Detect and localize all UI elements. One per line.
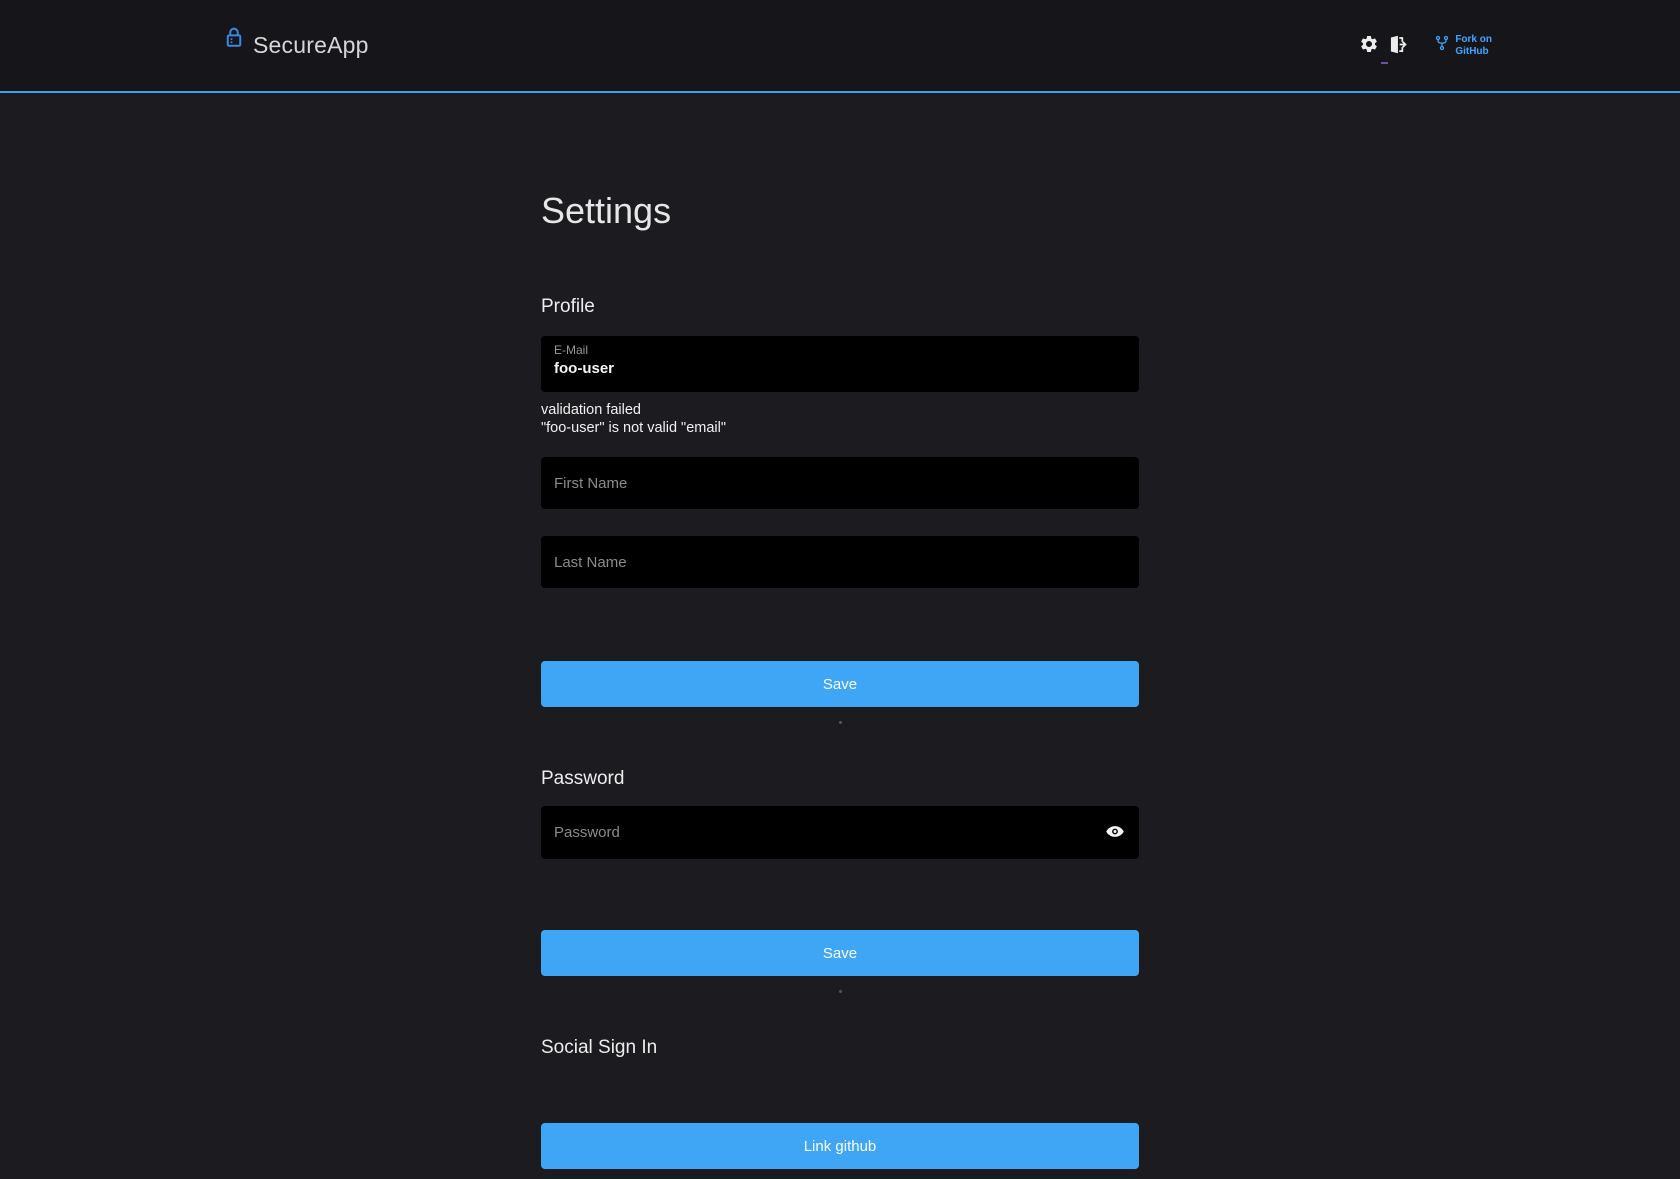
validation-line-2: "foo-user" is not valid "email" [541,420,1139,438]
toggle-password-visibility-button[interactable] [1103,819,1127,846]
section-divider-dot [839,990,842,993]
caret-artifact [1381,62,1388,64]
fork-on-github-link[interactable]: Fork on GitHub [1434,34,1492,58]
password-field [541,806,1139,859]
app-header: SecureApp [0,0,1680,93]
link-github-button[interactable]: Link github [541,1123,1139,1169]
fork-link-text: Fork on GitHub [1455,34,1492,58]
validation-line-1: validation failed [541,402,1139,420]
email-input[interactable] [554,358,1126,377]
app-name: SecureApp [253,32,369,59]
password-input[interactable] [541,806,1139,859]
settings-page: Settings Profile E-Mail validation faile… [541,93,1139,1169]
social-sign-in-heading: Social Sign In [541,1037,1139,1059]
section-divider-dot [839,721,842,724]
password-save-button[interactable]: Save [541,930,1139,976]
first-name-input[interactable] [541,457,1139,509]
profile-heading: Profile [541,296,1139,318]
eye-icon [1105,821,1125,844]
lock-icon [224,26,244,53]
settings-button[interactable] [1355,30,1383,61]
logout-button[interactable] [1383,30,1412,62]
page-title: Settings [541,189,1139,232]
email-validation-error: validation failed "foo-user" is not vali… [541,402,1139,437]
logout-door-icon [1387,34,1408,58]
last-name-input[interactable] [541,536,1139,588]
profile-save-button[interactable]: Save [541,661,1139,707]
email-field[interactable]: E-Mail [541,336,1139,392]
git-fork-icon [1434,34,1450,57]
password-heading: Password [541,768,1139,790]
email-label: E-Mail [554,343,1126,358]
header-actions: Fork on GitHub [1355,30,1492,62]
gear-icon [1359,34,1379,57]
app-logo[interactable]: SecureApp [224,32,369,59]
